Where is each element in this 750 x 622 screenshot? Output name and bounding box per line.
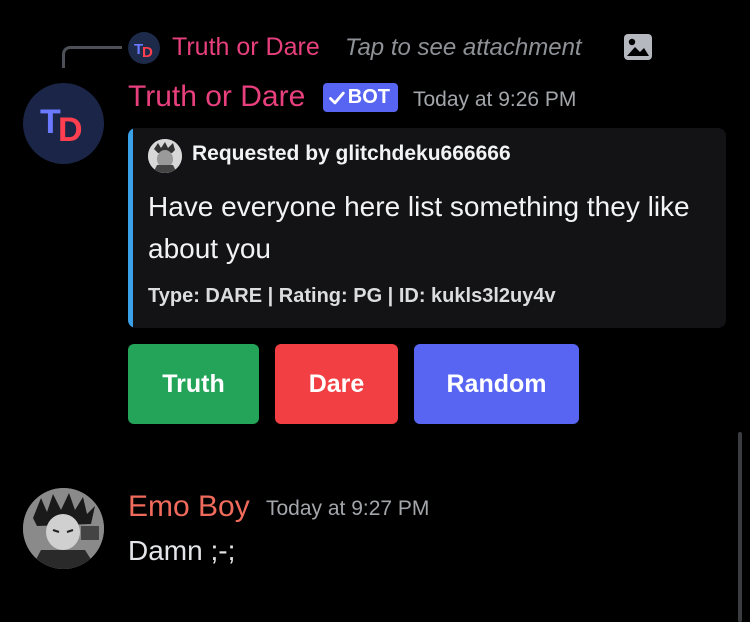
bot-badge-label: BOT	[347, 86, 390, 108]
bot-author-name[interactable]: Truth or Dare	[128, 80, 305, 114]
truth-button[interactable]: Truth	[128, 344, 259, 424]
dare-button[interactable]: Dare	[275, 344, 398, 424]
embed-footer: Type: DARE | Rating: PG | ID: kukls3l2uy…	[148, 285, 556, 307]
embed-author-avatar	[148, 139, 182, 173]
bot-avatar[interactable]: T D	[23, 83, 104, 164]
random-button[interactable]: Random	[414, 344, 579, 424]
embed-accent-bar	[128, 128, 133, 328]
user-author-name[interactable]: Emo Boy	[128, 490, 250, 524]
embed-description: Have everyone here list something they l…	[148, 191, 690, 264]
scrollbar[interactable]	[738, 432, 742, 622]
reply-connector	[62, 46, 122, 68]
message-text: Damn ;-;	[128, 535, 236, 566]
embed-author: Requested by glitchdeku666666	[192, 142, 511, 165]
td-logo-icon: T D	[134, 41, 153, 61]
td-logo-icon: T D	[40, 103, 83, 149]
bot-timestamp: Today at 9:26 PM	[413, 88, 577, 111]
svg-text:D: D	[142, 44, 153, 61]
user-timestamp: Today at 9:27 PM	[266, 497, 430, 520]
checkmark-icon	[329, 91, 345, 104]
embed: Requested by glitchdeku666666 Have every…	[128, 128, 726, 328]
image-icon[interactable]	[624, 34, 652, 60]
reply-hint[interactable]: Tap to see attachment	[345, 34, 582, 62]
bot-badge: BOT	[323, 83, 398, 112]
svg-text:D: D	[58, 111, 83, 149]
reply-avatar[interactable]: T D	[128, 32, 160, 64]
reply-author[interactable]: Truth or Dare	[172, 33, 320, 62]
user-avatar[interactable]	[23, 488, 104, 569]
